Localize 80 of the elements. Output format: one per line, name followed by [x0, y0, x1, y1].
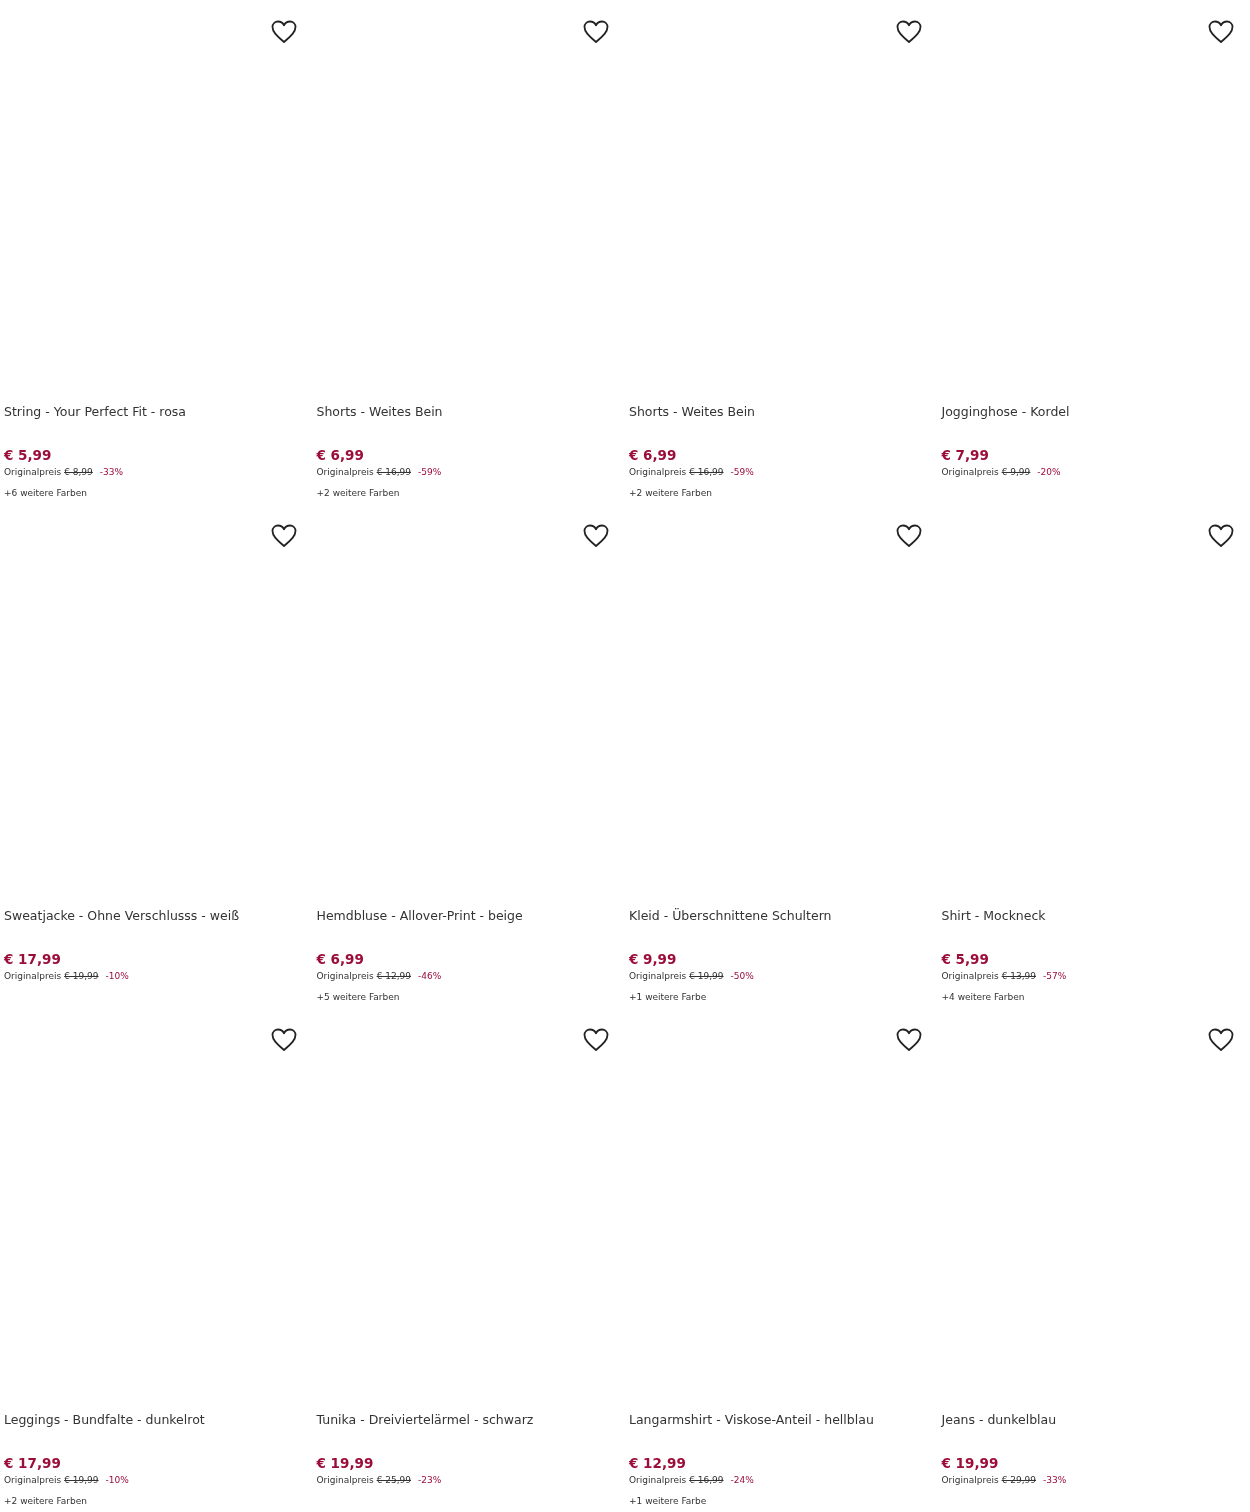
product-name[interactable]: Sweatjacke - Ohne Verschlusss - weiß	[4, 908, 240, 924]
original-price-label: Originalpreis	[4, 970, 62, 983]
more-colors[interactable]: +6 weitere Farben	[4, 487, 87, 500]
original-price-label: Originalpreis	[941, 1474, 999, 1487]
original-price: € 19,99	[64, 970, 99, 983]
original-price: € 25,99	[376, 1474, 412, 1487]
more-colors[interactable]: +2 weitere Farben	[629, 487, 712, 500]
more-colors[interactable]: +1 weitere Farbe	[629, 991, 707, 1004]
original-price: € 9,99	[1001, 466, 1031, 479]
discount: -20%	[1037, 466, 1061, 479]
sale-price: € 9,99	[629, 951, 677, 968]
more-colors[interactable]: +2 weitere Farben	[316, 487, 400, 500]
more-colors[interactable]: +5 weitere Farben	[316, 991, 400, 1004]
discount: -59%	[418, 466, 442, 479]
original-price-label: Originalpreis	[941, 466, 999, 479]
product-name[interactable]: Langarmshirt - Viskose-Anteil - hellblau	[629, 1412, 874, 1428]
original-price-label: Originalpreis	[629, 1474, 687, 1487]
original-price: € 19,99	[689, 970, 724, 983]
sale-price: € 17,99	[4, 951, 61, 968]
heart-icon[interactable]	[583, 20, 609, 44]
product-name[interactable]: Jeans - dunkelblau	[941, 1412, 1057, 1428]
heart-icon[interactable]	[1208, 524, 1234, 548]
discount: -24%	[730, 1474, 754, 1487]
original-price: € 12,99	[376, 970, 412, 983]
original-price-label: Originalpreis	[316, 970, 374, 983]
product-name[interactable]: Shorts - Weites Bein	[629, 404, 756, 420]
product-name[interactable]: Leggings - Bundfalte - dunkelrot	[4, 1412, 205, 1428]
original-price-label: Originalpreis	[4, 466, 62, 479]
sale-price: € 5,99	[941, 951, 989, 968]
product-name[interactable]: Hemdbluse - Allover-Print - beige	[316, 908, 523, 924]
sale-price: € 6,99	[316, 951, 364, 968]
discount: -23%	[418, 1474, 442, 1487]
original-price-label: Originalpreis	[629, 466, 687, 479]
original-price: € 16,99	[689, 466, 724, 479]
discount: -10%	[105, 1474, 129, 1487]
discount: -33%	[99, 466, 124, 479]
discount: -50%	[730, 970, 754, 983]
original-price-label: Originalpreis	[941, 970, 999, 983]
sale-price: € 6,99	[316, 447, 364, 464]
heart-icon[interactable]	[895, 1028, 922, 1052]
discount: -59%	[730, 466, 754, 479]
original-price: € 8,99	[64, 466, 93, 479]
sale-price: € 19,99	[941, 1455, 999, 1472]
heart-icon[interactable]	[895, 524, 922, 548]
original-price-label: Originalpreis	[316, 466, 374, 479]
original-price-label: Originalpreis	[629, 970, 687, 983]
sale-price: € 19,99	[316, 1455, 374, 1472]
heart-icon[interactable]	[1208, 20, 1234, 44]
more-colors[interactable]: +4 weitere Farben	[941, 991, 1025, 1004]
discount: -57%	[1043, 970, 1067, 983]
original-price: € 16,99	[689, 1474, 724, 1487]
discount: -10%	[105, 970, 129, 983]
heart-icon[interactable]	[270, 524, 297, 548]
sale-price: € 12,99	[629, 1455, 686, 1472]
heart-icon[interactable]	[1208, 1028, 1234, 1052]
original-price-label: Originalpreis	[4, 1474, 62, 1487]
original-price: € 13,99	[1001, 970, 1037, 983]
product-name[interactable]: Kleid - Überschnittene Schultern	[629, 908, 832, 924]
sale-price: € 17,99	[4, 1455, 61, 1472]
product-name[interactable]: Shirt - Mockneck	[941, 908, 1046, 924]
product-name[interactable]: Shorts - Weites Bein	[316, 404, 443, 420]
sale-price: € 5,99	[4, 447, 52, 464]
discount: -46%	[418, 970, 442, 983]
heart-icon[interactable]	[895, 20, 922, 44]
original-price-label: Originalpreis	[316, 1474, 374, 1487]
heart-icon[interactable]	[583, 1028, 609, 1052]
product-name[interactable]: Tunika - Dreiviertelärmel - schwarz	[316, 1412, 534, 1428]
original-price: € 19,99	[64, 1474, 99, 1487]
sale-price: € 7,99	[941, 447, 989, 464]
product-name[interactable]: Jogginghose - Kordel	[941, 404, 1070, 420]
sale-price: € 6,99	[629, 447, 677, 464]
heart-icon[interactable]	[270, 20, 297, 44]
more-colors[interactable]: +2 weitere Farben	[4, 1495, 87, 1508]
original-price: € 16,99	[376, 466, 412, 479]
discount: -33%	[1043, 1474, 1067, 1487]
original-price: € 29,99	[1001, 1474, 1037, 1487]
product-name[interactable]: String - Your Perfect Fit - rosa	[4, 404, 186, 420]
more-colors[interactable]: +1 weitere Farbe	[629, 1495, 707, 1508]
heart-icon[interactable]	[583, 524, 609, 548]
heart-icon[interactable]	[270, 1028, 297, 1052]
